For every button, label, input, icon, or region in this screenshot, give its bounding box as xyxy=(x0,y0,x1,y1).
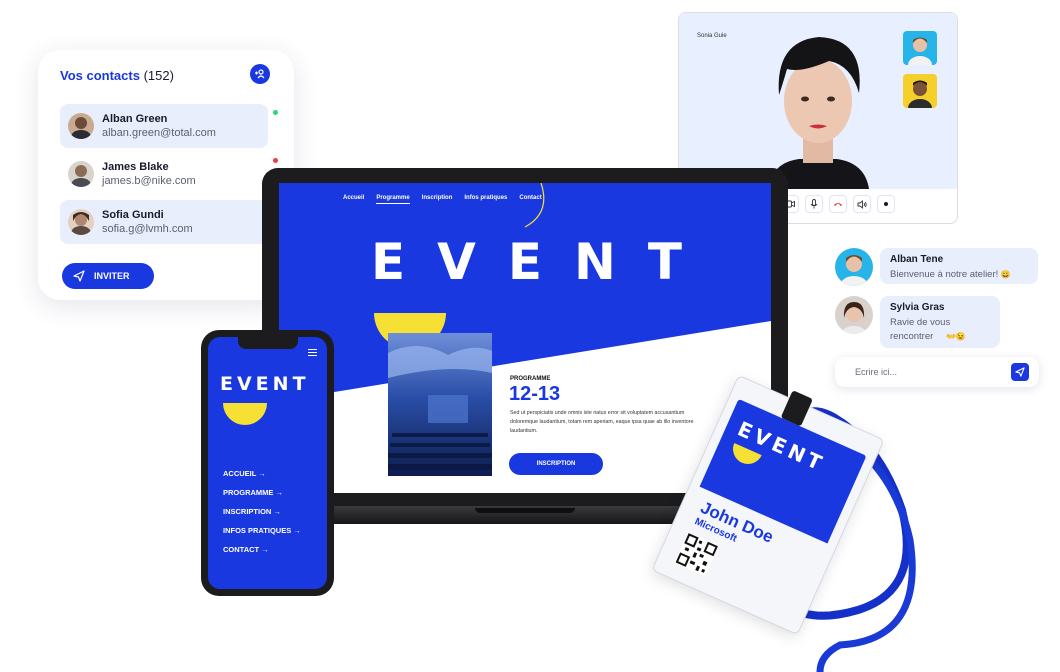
avatar xyxy=(68,113,94,139)
contact-name: Alban Green xyxy=(102,113,168,125)
nav-inscription[interactable]: Inscription xyxy=(422,195,453,204)
message-text-line: Ravie de vous xyxy=(890,317,951,328)
section-label: PROGRAMME xyxy=(510,376,551,382)
nav-programme[interactable]: Programme xyxy=(376,195,410,204)
microphone-button[interactable] xyxy=(805,195,823,213)
hangup-button[interactable] xyxy=(829,195,847,213)
contact-email: sofia.g@lvmh.com xyxy=(102,223,193,235)
chat-input[interactable]: Ecrire ici... xyxy=(835,357,1039,387)
contact-item[interactable]: Sofia Gundi sofia.g@lvmh.com xyxy=(60,200,278,244)
message-text-content: Bienvenue à notre atelier! xyxy=(890,269,999,280)
phone-screen: EVENT ACCUEIL → PROGRAMME → INSCRIPTION … xyxy=(208,337,327,589)
laptop-hinge xyxy=(475,508,575,513)
site-nav: Accueil Programme Inscription Infos prat… xyxy=(343,195,542,204)
status-dot xyxy=(273,158,278,163)
hero-title: EVENT xyxy=(371,233,714,291)
add-contact-button[interactable] xyxy=(250,64,270,84)
event-photo xyxy=(388,333,492,476)
message-emoji: 😀 xyxy=(1000,270,1011,279)
send-icon xyxy=(1015,367,1025,377)
phone-menu-item[interactable]: PROGRAMME → xyxy=(223,488,301,497)
participant-thumbnail[interactable] xyxy=(903,74,937,108)
contacts-card: Vos contacts (152) Alban Green alban.gre… xyxy=(38,50,294,300)
contacts-title: Vos contacts (152) xyxy=(60,68,174,83)
nav-contact[interactable]: Contact xyxy=(519,195,541,204)
send-icon xyxy=(73,270,85,282)
phone-title: EVENT xyxy=(220,373,310,395)
phone-menu-item[interactable]: INFOS PRATIQUES → xyxy=(223,526,301,535)
contact-item[interactable]: James Blake james.b@nike.com xyxy=(60,152,278,196)
message-text-line: rencontrer xyxy=(890,331,934,342)
event-badge: EVENT John Doe Microsoft xyxy=(640,374,1060,672)
volume-button[interactable] xyxy=(853,195,871,213)
send-button[interactable] xyxy=(1011,363,1029,381)
add-user-icon xyxy=(255,69,265,79)
contact-email: alban.green@total.com xyxy=(102,127,216,139)
phone-menu: ACCUEIL → PROGRAMME → INSCRIPTION → INFO… xyxy=(223,469,301,564)
contact-email: james.b@nike.com xyxy=(102,175,196,187)
nav-accueil[interactable]: Accueil xyxy=(343,195,364,204)
inscription-button[interactable]: INSCRIPTION xyxy=(509,453,603,475)
phone-yellow-shape xyxy=(223,403,267,425)
contacts-count: (152) xyxy=(143,68,174,83)
call-controls xyxy=(781,195,895,213)
message-text: Bienvenue à notre atelier! 😀 xyxy=(890,268,1028,282)
contacts-title-label: Vos contacts xyxy=(60,68,140,83)
avatar xyxy=(68,161,94,187)
menu-icon[interactable] xyxy=(308,349,317,356)
message-text: Ravie de vous rencontrer 👐😉 xyxy=(890,316,990,344)
nav-infos-pratiques[interactable]: Infos pratiques xyxy=(464,195,507,204)
chat-input-placeholder: Ecrire ici... xyxy=(855,367,898,377)
event-date: 12-13 xyxy=(509,383,561,405)
contact-name: Sofia Gundi xyxy=(102,209,164,221)
more-icon xyxy=(884,202,888,206)
participant-thumbnail[interactable] xyxy=(903,31,937,65)
status-dot xyxy=(273,110,278,115)
phone-notch xyxy=(238,337,298,349)
avatar xyxy=(835,248,873,286)
message-emoji: 👐😉 xyxy=(945,332,966,341)
more-button[interactable] xyxy=(877,195,895,213)
hangup-icon xyxy=(834,203,842,206)
invite-button[interactable]: INVITER xyxy=(62,263,154,289)
phone-menu-item[interactable]: INSCRIPTION → xyxy=(223,507,301,516)
contact-item[interactable]: Alban Green alban.green@total.com xyxy=(60,104,278,148)
volume-icon xyxy=(857,199,867,209)
avatar xyxy=(835,296,873,334)
phone-menu-item[interactable]: ACCUEIL → xyxy=(223,469,301,478)
chat-message: Alban Tene Bienvenue à notre atelier! 😀 xyxy=(880,248,1038,284)
contact-name: James Blake xyxy=(102,161,169,173)
chat-message: Sylvia Gras Ravie de vous rencontrer 👐😉 xyxy=(880,296,1000,348)
video-main-stream: Sonia Guie xyxy=(679,13,957,189)
phone-menu-item[interactable]: CONTACT → xyxy=(223,545,301,554)
microphone-icon xyxy=(810,199,818,209)
avatar xyxy=(68,209,94,235)
message-author: Alban Tene xyxy=(890,254,944,265)
message-author: Sylvia Gras xyxy=(890,302,945,313)
invite-label: INVITER xyxy=(94,271,130,281)
